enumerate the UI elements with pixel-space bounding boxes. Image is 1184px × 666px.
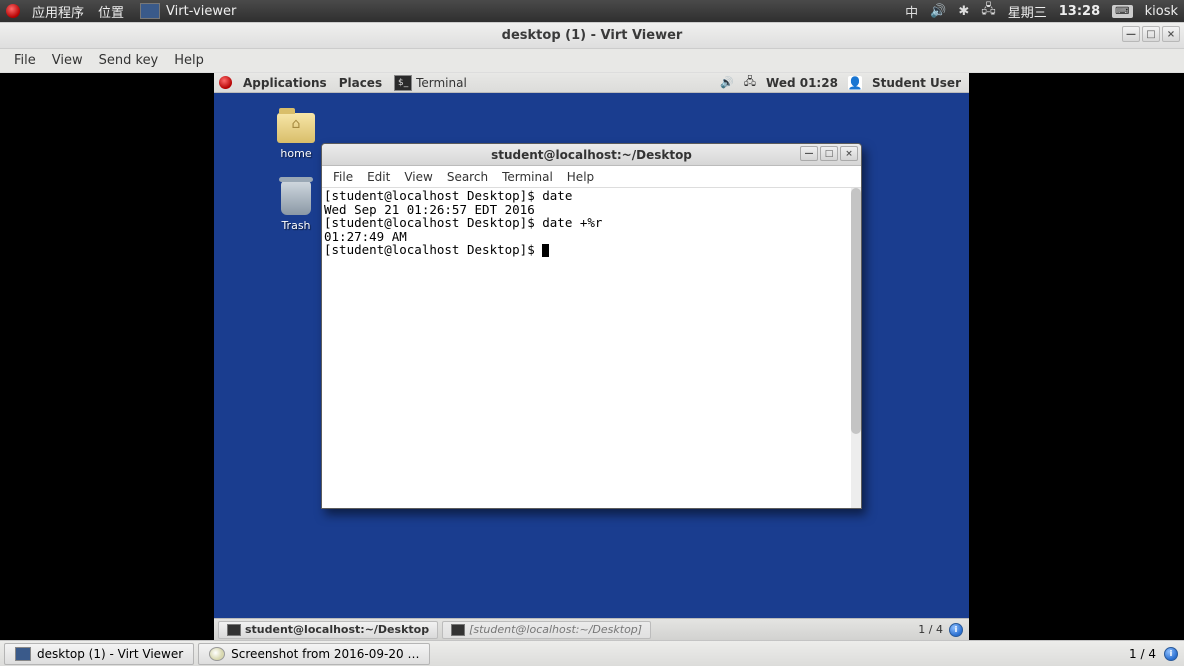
vv-menu-sendkey[interactable]: Send key — [91, 51, 167, 70]
host-workspace-indicator[interactable]: 1 / 4 — [1129, 647, 1156, 661]
desktop-icon-home[interactable]: home — [264, 113, 328, 160]
terminal-scrollbar-thumb[interactable] — [851, 188, 861, 434]
desktop-icon-trash-label: Trash — [264, 219, 328, 232]
minimize-button[interactable]: — — [1122, 26, 1140, 42]
trash-icon — [281, 181, 311, 215]
guest-network-icon[interactable]: 🖧 — [744, 73, 756, 92]
terminal-scrollbar[interactable] — [851, 188, 861, 508]
terminal-window[interactable]: student@localhost:~/Desktop — □ × File E… — [321, 143, 862, 509]
network-icon[interactable]: 🖧 — [981, 0, 996, 22]
term-menu-view[interactable]: View — [397, 169, 439, 185]
guest-logo-icon — [219, 76, 232, 89]
host-logo-icon — [6, 4, 20, 18]
host-top-panel: 应用程序 位置 Virt-viewer 中 🔊 ✱ 🖧 星期三 13:28 ⌨ … — [0, 0, 1184, 22]
terminal-launcher-label[interactable]: Terminal — [412, 76, 467, 90]
keyboard-icon[interactable]: ⌨ — [1112, 5, 1132, 18]
guest-screen: Applications Places $_ Terminal 🔊 🖧 Wed … — [214, 73, 969, 640]
term-menu-file[interactable]: File — [326, 169, 360, 185]
ime-indicator-icon[interactable]: 中 — [905, 2, 918, 21]
maximize-button[interactable]: □ — [1142, 26, 1160, 42]
host-task-virt-viewer[interactable]: desktop (1) - Virt Viewer — [4, 643, 194, 665]
host-menu-applications[interactable]: 应用程序 — [26, 2, 90, 21]
terminal-title: student@localhost:~/Desktop — [491, 148, 692, 162]
task-terminal-icon — [451, 624, 465, 636]
host-task-screenshot[interactable]: Screenshot from 2016-09-20 … — [198, 643, 430, 665]
task-terminal-icon — [227, 624, 241, 636]
host-clock-time[interactable]: 13:28 — [1059, 4, 1100, 19]
guest-workspace-indicator[interactable]: 1 / 4 — [918, 623, 943, 636]
guest-desktop[interactable]: home Trash student@localhost:~/Desktop —… — [214, 93, 969, 618]
terminal-launcher-icon[interactable]: $_ — [394, 75, 412, 91]
host-clock-day[interactable]: 星期三 — [1008, 2, 1047, 21]
terminal-line: [student@localhost Desktop]$ date +%r — [324, 216, 859, 230]
terminal-titlebar[interactable]: student@localhost:~/Desktop — □ × — [322, 144, 861, 166]
guest-menu-places[interactable]: Places — [333, 76, 388, 90]
guest-workspace-switcher-icon[interactable]: i — [949, 623, 963, 637]
guest-bottom-panel: student@localhost:~/Desktop [student@loc… — [214, 618, 969, 640]
vv-menu-file[interactable]: File — [6, 51, 44, 70]
guest-volume-icon[interactable]: 🔊 — [720, 76, 734, 89]
virt-viewer-title: desktop (1) - Virt Viewer — [502, 28, 683, 43]
host-app-title: Virt-viewer — [166, 4, 236, 19]
host-user[interactable]: kiosk — [1145, 4, 1178, 19]
guest-top-panel: Applications Places $_ Terminal 🔊 🖧 Wed … — [214, 73, 969, 93]
guest-task-terminal-2[interactable]: [student@localhost:~/Desktop] — [442, 621, 651, 639]
host-task-label-1: desktop (1) - Virt Viewer — [37, 647, 183, 661]
folder-icon — [277, 113, 315, 143]
host-task-label-2: Screenshot from 2016-09-20 … — [231, 647, 419, 661]
guest-user[interactable]: Student User — [872, 76, 961, 90]
virt-viewer-titlebar[interactable]: desktop (1) - Virt Viewer — □ × — [0, 23, 1184, 49]
volume-icon[interactable]: 🔊 — [930, 4, 946, 19]
terminal-line: [student@localhost Desktop]$ date — [324, 189, 859, 203]
user-icon: 👤 — [848, 76, 862, 90]
desktop-icon-home-label: home — [264, 147, 328, 160]
task-image-icon — [209, 647, 225, 661]
vv-menu-view[interactable]: View — [44, 51, 91, 70]
virt-viewer-window: desktop (1) - Virt Viewer — □ × File Vie… — [0, 22, 1184, 640]
desktop-icon-trash[interactable]: Trash — [264, 181, 328, 232]
terminal-body[interactable]: [student@localhost Desktop]$ dateWed Sep… — [322, 188, 861, 508]
guest-menu-applications[interactable]: Applications — [237, 76, 333, 90]
guest-clock[interactable]: Wed 01:28 — [766, 76, 838, 90]
term-menu-terminal[interactable]: Terminal — [495, 169, 560, 185]
terminal-maximize-button[interactable]: □ — [820, 146, 838, 161]
close-button[interactable]: × — [1162, 26, 1180, 42]
terminal-line: 01:27:49 AM — [324, 230, 859, 244]
virt-viewer-display[interactable]: Applications Places $_ Terminal 🔊 🖧 Wed … — [0, 73, 1184, 640]
virt-viewer-menubar: File View Send key Help — [0, 49, 1184, 73]
host-bottom-panel: desktop (1) - Virt Viewer Screenshot fro… — [0, 640, 1184, 666]
guest-task-terminal-1[interactable]: student@localhost:~/Desktop — [218, 621, 438, 639]
guest-task-label-1: student@localhost:~/Desktop — [245, 623, 429, 636]
term-menu-edit[interactable]: Edit — [360, 169, 397, 185]
term-menu-help[interactable]: Help — [560, 169, 601, 185]
host-menu-places[interactable]: 位置 — [92, 2, 130, 21]
terminal-cursor — [542, 244, 549, 257]
term-menu-search[interactable]: Search — [440, 169, 495, 185]
terminal-line: [student@localhost Desktop]$ — [324, 243, 859, 257]
terminal-close-button[interactable]: × — [840, 146, 858, 161]
vv-menu-help[interactable]: Help — [166, 51, 212, 70]
terminal-minimize-button[interactable]: — — [800, 146, 818, 161]
terminal-line: Wed Sep 21 01:26:57 EDT 2016 — [324, 203, 859, 217]
task-display-icon — [15, 647, 31, 661]
terminal-menubar: File Edit View Search Terminal Help — [322, 166, 861, 188]
host-workspace-switcher-icon[interactable]: i — [1164, 647, 1178, 661]
host-app-preview-icon[interactable] — [140, 3, 160, 19]
bluetooth-icon[interactable]: ✱ — [958, 4, 969, 19]
guest-task-label-2: [student@localhost:~/Desktop] — [469, 623, 642, 636]
